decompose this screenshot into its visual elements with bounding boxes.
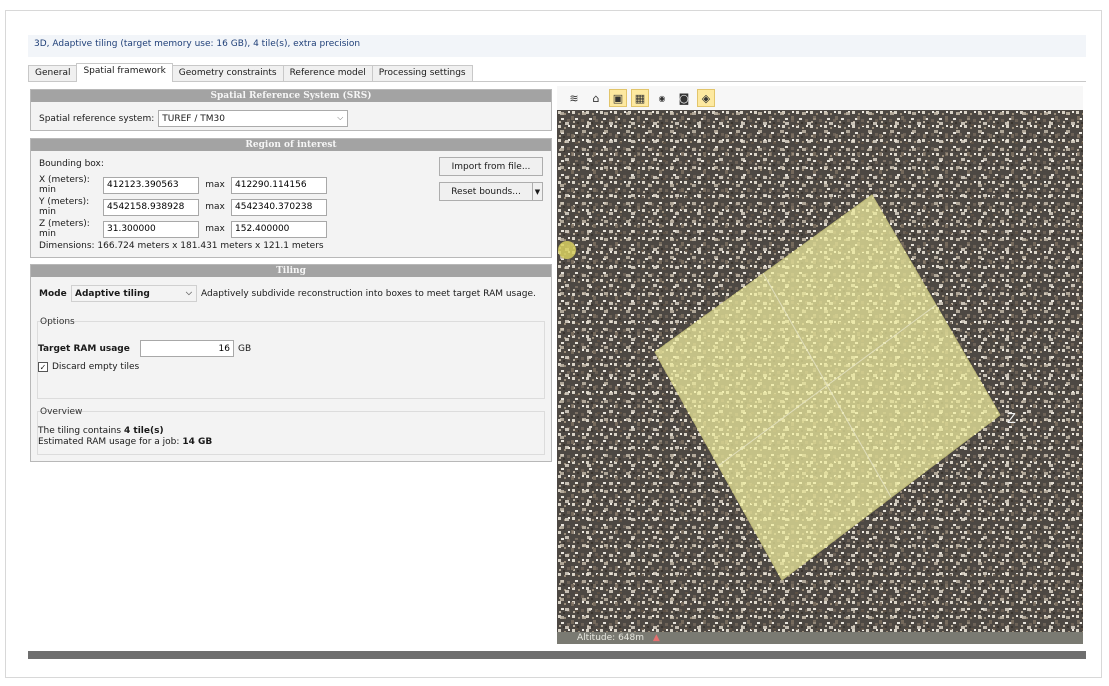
tab-spatial-framework[interactable]: Spatial framework — [76, 63, 173, 82]
srs-section: Spatial Reference System (SRS) Spatial r… — [30, 89, 552, 131]
point-cloud-marker — [558, 241, 576, 259]
target-ram-label: Target RAM usage — [38, 343, 130, 354]
camera-icon[interactable]: ◙ — [675, 89, 693, 107]
overview-title: Overview — [40, 407, 83, 417]
z-max-label: max — [205, 224, 225, 234]
layers-icon[interactable]: ≋ — [565, 89, 583, 107]
y-min-label: Y (meters): min — [39, 197, 90, 217]
tiling-header: Tiling — [31, 265, 551, 277]
altitude-readout: Altitude: 648m — [577, 633, 645, 643]
z-max-input[interactable] — [231, 220, 327, 238]
x-min-label: X (meters): min — [39, 175, 90, 195]
import-from-file-button[interactable]: Import from file... — [439, 157, 543, 176]
tile-count: 4 tile(s) — [124, 426, 164, 436]
bottom-divider — [28, 651, 1086, 659]
tab-divider — [28, 81, 1086, 82]
z-min-input[interactable] — [103, 220, 199, 238]
tab-bar: General Spatial framework Geometry const… — [28, 63, 473, 82]
z-min-label: Z (meters): min — [39, 219, 90, 239]
srs-header: Spatial Reference System (SRS) — [31, 90, 551, 102]
tab-geometry-constraints[interactable]: Geometry constraints — [171, 65, 284, 82]
y-min-input[interactable] — [103, 198, 199, 216]
discard-empty-label: Discard empty tiles — [52, 362, 140, 372]
options-title: Options — [40, 317, 75, 327]
overview-line1-prefix: The tiling contains — [38, 426, 122, 436]
job-title: 3D, Adaptive tiling (target memory use: … — [28, 35, 1086, 57]
chevron-down-icon: ⌵ — [185, 288, 192, 297]
options-group: Options Target RAM usage GB ✓ Discard em… — [37, 317, 545, 399]
reset-bounds-button[interactable]: Reset bounds... — [439, 182, 533, 201]
settings-panel: Spatial Reference System (SRS) Spatial r… — [30, 86, 552, 466]
grid-icon[interactable]: ▦ — [631, 89, 649, 107]
tile-box-icon[interactable]: ◈ — [697, 89, 715, 107]
x-max-input[interactable] — [231, 176, 327, 194]
axis-z-label: Z — [1007, 412, 1016, 427]
mode-label: Mode — [39, 288, 67, 299]
reset-bounds-dropdown[interactable]: ▼ — [532, 182, 543, 201]
x-min-input[interactable] — [103, 176, 199, 194]
tab-processing-settings[interactable]: Processing settings — [371, 65, 473, 82]
camera-small-icon[interactable]: ◉ — [653, 89, 671, 107]
home-icon[interactable]: ⌂ — [587, 89, 605, 107]
overview-group: Overview The tiling contains 4 tile(s) E… — [37, 407, 545, 455]
discard-empty-checkbox[interactable]: ✓ — [38, 362, 48, 372]
bbox-label: Bounding box: — [39, 159, 104, 169]
viewer-status-bar: Altitude: 648m ▲ — [557, 632, 1083, 644]
tab-general[interactable]: General — [28, 65, 78, 82]
viewer-toolbar: ≋ ⌂ ▣ ▦ ◉ ◙ ◈ — [557, 86, 1083, 110]
srs-select[interactable]: TUREF / TM30 ⌵ — [158, 110, 349, 127]
srs-label: Spatial reference system: — [39, 113, 155, 124]
box-icon[interactable]: ▣ — [609, 89, 627, 107]
caret-down-icon: ▼ — [534, 187, 541, 196]
target-ram-unit: GB — [238, 343, 252, 354]
tab-reference-model[interactable]: Reference model — [282, 65, 373, 82]
mode-description: Adaptively subdivide reconstruction into… — [201, 288, 536, 299]
srs-value: TUREF / TM30 — [162, 113, 225, 124]
mode-select[interactable]: Adaptive tiling ⌵ — [71, 285, 197, 302]
overview-line2-prefix: Estimated RAM usage for a job: — [38, 437, 180, 447]
compass-icon: ▲ — [652, 633, 660, 643]
checkmark-icon: ✓ — [39, 362, 47, 372]
y-max-input[interactable] — [231, 198, 327, 216]
y-max-label: max — [205, 202, 225, 212]
chevron-down-icon: ⌵ — [337, 113, 344, 122]
viewer-3d: ≋ ⌂ ▣ ▦ ◉ ◙ ◈ Z Altitude: 648m ▲ — [557, 86, 1083, 646]
x-max-label: max — [205, 180, 225, 190]
point-cloud-view[interactable]: Z — [557, 110, 1083, 632]
tiling-section: Tiling Mode Adaptive tiling ⌵ Adaptively… — [30, 264, 552, 462]
target-ram-input[interactable] — [140, 340, 234, 357]
point-cloud-svg[interactable]: Z — [557, 110, 1083, 632]
estimated-ram: 14 GB — [182, 437, 213, 447]
roi-section: Region of interest Bounding box: X (mete… — [30, 138, 552, 258]
dimensions-text: Dimensions: 166.724 meters x 181.431 met… — [39, 241, 324, 251]
mode-value: Adaptive tiling — [75, 288, 150, 299]
roi-header: Region of interest — [31, 139, 551, 151]
